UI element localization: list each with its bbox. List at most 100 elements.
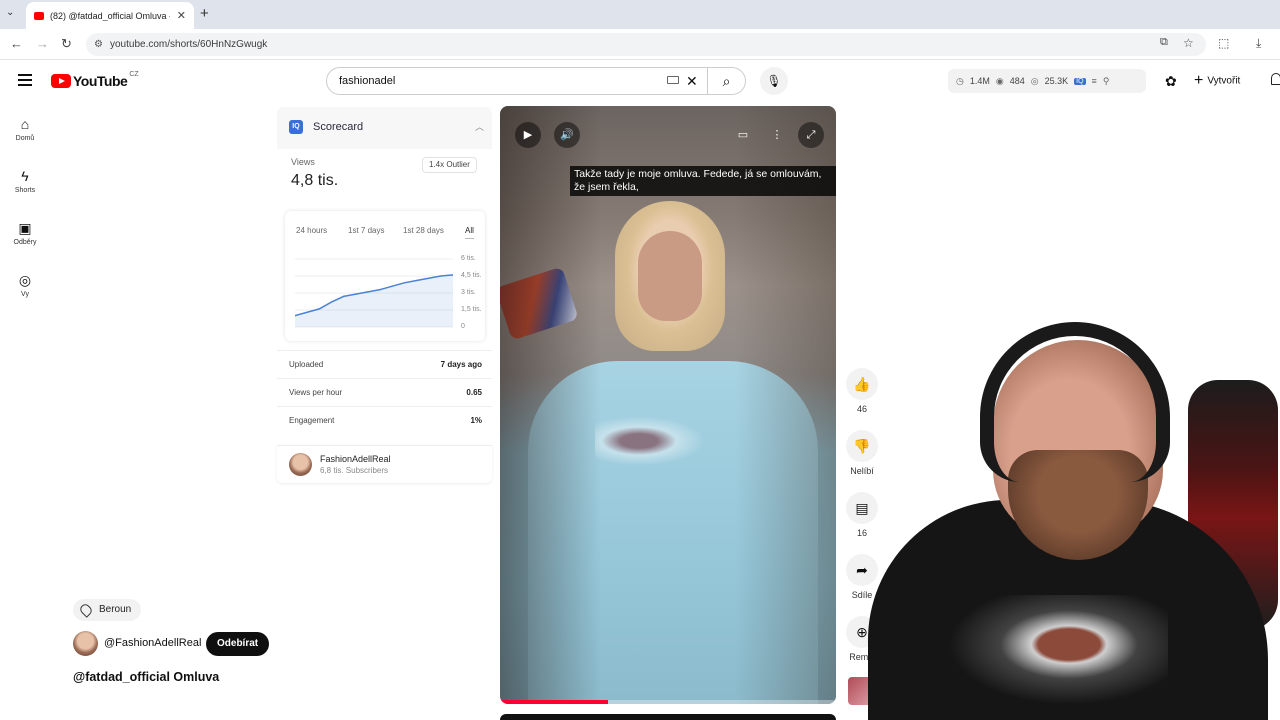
scorecard-header[interactable]: IQ Scorecard ︿ — [277, 107, 492, 149]
next-short-preview[interactable] — [500, 714, 836, 720]
video-title: @fatdad_official Omluva — [73, 670, 220, 684]
views-label: Views — [291, 157, 315, 167]
clock-icon: ◷ — [956, 75, 964, 86]
play-icon[interactable]: ▶ — [515, 122, 541, 148]
channel-name: FashionAdellReal — [320, 454, 391, 464]
shorts-video-player[interactable]: ▶ 🔊 ▭ ⋮ ⤢ Takže tady je moje omluva. Fed… — [500, 106, 836, 704]
install-app-icon[interactable]: ⧉ — [1160, 36, 1168, 49]
views-chart-plot — [295, 258, 453, 328]
list-icon: ≡ — [1091, 76, 1097, 86]
extension-stats-bar[interactable]: ◷ 1.4M ◉ 484 ◎ 25.3K IQ ≡ ⚲ — [948, 69, 1146, 93]
youtube-header: YouTube CZ fashionadel ✕ ⌕ 🎙 ◷ 1.4M ◉ 484 … — [0, 61, 1280, 101]
stat-row-engagement: Engagement 1% — [277, 406, 492, 434]
sidebar-item-you[interactable]: ◎ Vy — [0, 272, 50, 298]
iq-logo-icon: IQ — [289, 120, 303, 134]
youtube-favicon-icon — [34, 11, 44, 20]
channel-row[interactable]: FashionAdellReal 6,8 tis. Subscribers — [277, 445, 492, 483]
youtube-logo[interactable]: YouTube CZ — [51, 71, 139, 89]
fullscreen-icon[interactable]: ⤢ — [798, 122, 824, 148]
views-point — [367, 291, 369, 293]
scorecard-title: Scorecard — [313, 121, 364, 133]
video-progress-fill — [500, 700, 608, 704]
views-value: 4,8 tis. — [291, 172, 339, 189]
views-point — [391, 285, 393, 287]
webcam-shirt-print — [948, 595, 1168, 705]
stat-row-uploaded: Uploaded 7 days ago — [277, 350, 492, 378]
forward-icon[interactable]: → — [36, 36, 49, 51]
y-tick-label: 4,5 tis. — [461, 272, 482, 279]
views-point — [428, 277, 430, 279]
menu-icon[interactable] — [18, 74, 32, 89]
subtitle-caption: Takže tady je moje omluva. Fedede, já se… — [570, 166, 836, 196]
notifications-icon[interactable] — [1271, 73, 1280, 85]
plus-icon: + — [1194, 72, 1204, 89]
shorts-icon: ϟ — [21, 168, 29, 184]
headset-icon — [980, 322, 1170, 482]
search-input[interactable]: fashionadel — [326, 67, 708, 95]
subscriptions-icon: ▣ — [18, 220, 32, 236]
search-button[interactable]: ⌕ — [708, 67, 746, 95]
url-field[interactable]: ⚙ youtube.com/shorts/60HnNzGwugk — [86, 33, 1206, 56]
stat-row-views-per-hour: Views per hour 0.65 — [277, 378, 492, 406]
sidebar-item-subscriptions[interactable]: ▣ Odběry — [0, 220, 50, 246]
chevron-up-icon[interactable]: ︿ — [475, 120, 484, 133]
views-area — [295, 274, 453, 327]
watch-icon: ◎ — [1030, 75, 1039, 86]
create-button[interactable]: + Vytvořit — [1188, 69, 1240, 93]
views-point — [403, 282, 405, 284]
captions-icon[interactable]: ▭ — [730, 122, 756, 148]
tab-list-icon[interactable]: ⌄ — [6, 7, 14, 18]
channel-avatar — [289, 453, 312, 476]
tab-first-7-days[interactable]: 1st 7 days — [348, 226, 384, 235]
tab-title: (82) @fatdad_official Omluva - — [50, 10, 170, 21]
scorecard-panel: IQ Scorecard ︿ Views 4,8 tis. 1.4x Outli… — [277, 107, 492, 487]
volume-icon[interactable]: 🔊 — [554, 122, 580, 148]
bookmark-star-icon[interactable]: ☆ — [1183, 36, 1194, 50]
views-point — [355, 293, 357, 295]
tab-24-hours[interactable]: 24 hours — [296, 226, 327, 235]
tab-first-28-days[interactable]: 1st 28 days — [403, 226, 444, 235]
subscribe-button[interactable]: Odebírat — [206, 632, 270, 656]
location-chip[interactable]: Beroun — [73, 599, 142, 621]
new-tab-icon[interactable]: + — [200, 5, 209, 22]
y-tick-label: 1,5 tis. — [461, 306, 482, 313]
youtube-logo-icon — [51, 74, 71, 88]
sidebar-item-home[interactable]: ⌂ Domů — [0, 116, 50, 142]
location-pin-icon — [78, 602, 94, 618]
tab-all[interactable]: All — [465, 226, 474, 239]
voice-search-button[interactable]: 🎙 — [760, 67, 788, 95]
url-text: youtube.com/shorts/60HnNzGwugk — [110, 39, 268, 50]
back-icon[interactable]: ← — [10, 36, 23, 51]
views-point — [343, 295, 345, 297]
sidebar-item-shorts[interactable]: ϟ Shorts — [0, 168, 50, 194]
browser-tab[interactable]: (82) @fatdad_official Omluva - ✕ — [26, 2, 194, 29]
iq-icon: IQ — [1074, 77, 1086, 85]
site-info-icon[interactable]: ⚙ — [94, 33, 103, 56]
video-progress-bar[interactable] — [500, 700, 836, 704]
tag-icon: ⚲ — [1102, 75, 1110, 86]
views-point — [440, 275, 442, 277]
microphone-icon: 🎙 — [766, 74, 782, 88]
search-icon: ⌕ — [722, 73, 731, 89]
outlier-badge: 1.4x Outlier — [422, 157, 477, 173]
views-point — [330, 301, 333, 303]
views-chart: 24 hours 1st 7 days 1st 28 days All 6 ti… — [285, 211, 485, 341]
keyboard-icon[interactable] — [667, 76, 679, 84]
y-tick-label: 0 — [461, 323, 465, 330]
extension-gear-icon[interactable]: ✿ — [1165, 73, 1177, 90]
clear-search-icon[interactable]: ✕ — [686, 73, 698, 90]
close-tab-icon[interactable]: ✕ — [177, 9, 186, 22]
download-icon[interactable]: ⤓ — [1256, 36, 1261, 51]
reload-icon[interactable]: ↻ — [61, 36, 72, 52]
extensions-icon[interactable]: ⬚ — [1218, 36, 1229, 50]
channel-subscribers: 6,8 tis. Subscribers — [320, 466, 389, 475]
owner-avatar[interactable] — [73, 631, 98, 656]
views-point — [415, 279, 418, 282]
more-options-icon[interactable]: ⋮ — [764, 122, 790, 148]
home-icon: ⌂ — [20, 116, 30, 132]
owner-handle[interactable]: @FashionAdellReal — [104, 637, 201, 649]
y-tick-label: 3 tis. — [461, 289, 476, 296]
you-icon: ◎ — [18, 272, 32, 288]
webcam-overlay — [868, 300, 1280, 720]
browser-tabstrip: ⌄ (82) @fatdad_official Omluva - ✕ + — [0, 0, 1280, 29]
